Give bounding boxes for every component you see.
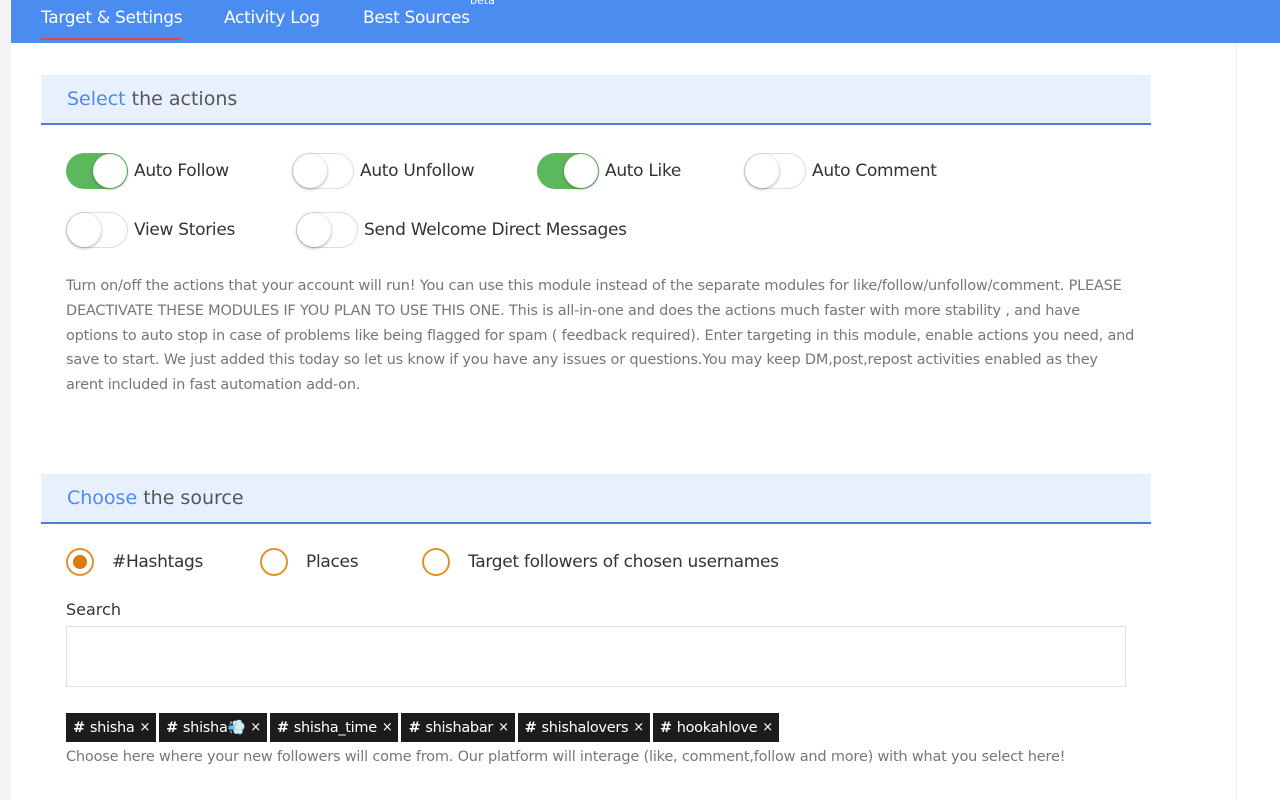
auto-unfollow-label: Auto Unfollow xyxy=(360,161,475,181)
switch-knob xyxy=(67,213,101,247)
hashtag-text: shisha_time xyxy=(293,719,377,736)
radio-target-followers[interactable]: Target followers of chosen usernames xyxy=(422,546,779,578)
auto-comment-label: Auto Comment xyxy=(812,161,937,181)
source-title-accent: Choose xyxy=(67,487,138,509)
send-welcome-dm-switch[interactable] xyxy=(296,212,358,248)
switch-knob xyxy=(297,213,331,247)
hashtag-symbol: # xyxy=(408,719,421,736)
hashtags-label: #Hashtags xyxy=(112,552,204,572)
auto-comment-switch[interactable] xyxy=(744,153,806,189)
source-section-header: Choose the source xyxy=(41,474,1151,524)
tab-activity-log[interactable]: Activity Log xyxy=(224,0,320,38)
hashtag-symbol: # xyxy=(524,719,537,736)
switch-knob xyxy=(745,154,779,188)
hashtag-chip: # shisha💨 × xyxy=(159,713,267,742)
hashtag-text: hookahlove xyxy=(676,719,758,736)
remove-tag-icon[interactable]: × xyxy=(762,720,773,735)
auto-unfollow-switch[interactable] xyxy=(292,153,354,189)
toggle-auto-comment[interactable]: Auto Comment xyxy=(744,151,937,191)
toggle-auto-unfollow[interactable]: Auto Unfollow xyxy=(292,151,475,191)
search-label: Search xyxy=(66,600,121,619)
tab-target-settings[interactable]: Target & Settings xyxy=(41,0,183,40)
hashtag-symbol: # xyxy=(276,719,289,736)
auto-follow-switch[interactable] xyxy=(66,153,128,189)
remove-tag-icon[interactable]: × xyxy=(498,720,509,735)
hashtag-text: shishalovers xyxy=(541,719,629,736)
content-right-border xyxy=(1236,44,1237,800)
actions-title-rest: the actions xyxy=(125,88,238,110)
source-help-text: Choose here where your new followers wil… xyxy=(66,749,1066,765)
radio-selected-dot xyxy=(73,555,87,569)
hashtag-chip: # shishabar × xyxy=(401,713,515,742)
view-stories-label: View Stories xyxy=(134,220,236,240)
hashtag-chip: # shishalovers × xyxy=(517,713,650,742)
source-title-rest: the source xyxy=(137,487,244,509)
beta-badge: beta xyxy=(470,0,495,7)
switch-knob xyxy=(564,154,598,188)
hashtag-chip: # hookahlove × xyxy=(652,713,779,742)
hashtag-chip: # shisha × xyxy=(66,713,157,742)
remove-tag-icon[interactable]: × xyxy=(250,720,261,735)
tab-best-sources[interactable]: Best Sources xyxy=(363,0,470,38)
radio-places[interactable]: Places xyxy=(260,546,359,578)
radio-hashtags[interactable]: #Hashtags xyxy=(66,546,203,578)
actions-description: Turn on/off the actions that your accoun… xyxy=(66,278,1135,394)
hashtag-symbol: # xyxy=(659,719,672,736)
toggle-auto-follow[interactable]: Auto Follow xyxy=(66,151,229,191)
hashtag-text: shishabar xyxy=(425,719,494,736)
view-stories-switch[interactable] xyxy=(66,212,128,248)
actions-section-header: Select the actions xyxy=(41,75,1151,125)
source-section-title: Choose the source xyxy=(67,487,244,509)
hashtag-text: shisha xyxy=(89,719,135,736)
toggle-view-stories[interactable]: View Stories xyxy=(66,210,235,250)
hashtag-text: shisha💨 xyxy=(182,720,246,736)
auto-follow-label: Auto Follow xyxy=(134,161,229,181)
hashtag-symbol: # xyxy=(166,719,178,736)
toggle-send-welcome-dm[interactable]: Send Welcome Direct Messages xyxy=(296,210,627,250)
toggle-auto-like[interactable]: Auto Like xyxy=(537,151,681,191)
left-gutter xyxy=(0,0,11,800)
hashtags-radio-button[interactable] xyxy=(66,548,94,576)
places-label: Places xyxy=(306,552,359,572)
hashtag-chip: # shisha_time × xyxy=(269,713,399,742)
remove-tag-icon[interactable]: × xyxy=(382,720,393,735)
target-followers-radio-button[interactable] xyxy=(422,548,450,576)
actions-section-title: Select the actions xyxy=(67,88,237,110)
actions-title-accent: Select xyxy=(67,88,126,110)
remove-tag-icon[interactable]: × xyxy=(139,720,150,735)
remove-tag-icon[interactable]: × xyxy=(633,720,644,735)
auto-like-switch[interactable] xyxy=(537,153,599,189)
search-input[interactable] xyxy=(66,626,1126,687)
top-navigation-bar: Target & Settings Activity Log Best Sour… xyxy=(11,0,1280,43)
places-radio-button[interactable] xyxy=(260,548,288,576)
send-welcome-dm-label: Send Welcome Direct Messages xyxy=(364,220,627,240)
switch-knob xyxy=(93,154,127,188)
selected-hashtags: # shisha × # shisha💨 × # shisha_time × # shisha… xyxy=(66,713,782,742)
target-followers-label: Target followers of chosen usernames xyxy=(468,552,779,572)
auto-like-label: Auto Like xyxy=(605,161,682,181)
switch-knob xyxy=(293,154,327,188)
hashtag-symbol: # xyxy=(73,719,85,736)
